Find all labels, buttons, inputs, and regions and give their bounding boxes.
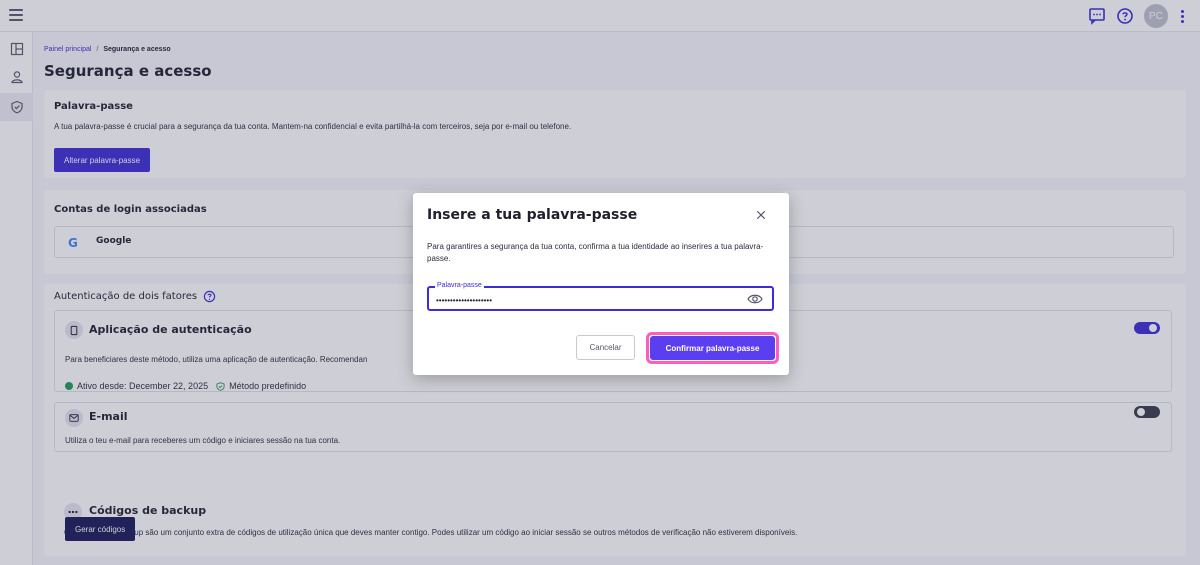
confirm-password-button[interactable]: Confirmar palavra-passe bbox=[646, 332, 779, 364]
password-field[interactable]: Palavra-passe bbox=[427, 282, 774, 311]
cancel-button[interactable]: Cancelar bbox=[576, 335, 635, 360]
dialog-description: Para garantires a segurança da tua conta… bbox=[427, 242, 764, 263]
close-icon[interactable] bbox=[753, 207, 769, 223]
eye-icon[interactable] bbox=[747, 293, 763, 305]
dialog-title: Insere a tua palavra-passe bbox=[427, 207, 638, 223]
password-field-label: Palavra-passe bbox=[435, 282, 484, 289]
password-dialog: Insere a tua palavra-passe Para garantir… bbox=[413, 193, 789, 375]
confirm-password-label: Confirmar palavra-passe bbox=[650, 336, 775, 360]
password-input[interactable] bbox=[436, 294, 736, 306]
